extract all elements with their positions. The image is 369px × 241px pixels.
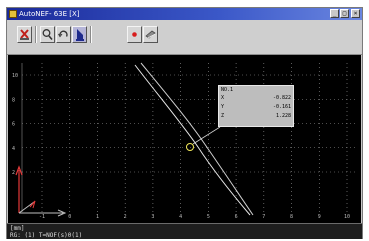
plot-area[interactable]: 10 8 6 4 2 -1 0 1 2 3 4 5 6 7 8 9 10 NO.1 X (8, 55, 361, 223)
close-button[interactable]: × (351, 9, 360, 18)
print-button[interactable] (143, 26, 158, 43)
record-button[interactable] (127, 26, 142, 43)
info-key: Y (221, 104, 225, 110)
app-icon (9, 10, 17, 18)
info-value: 1.228 (275, 113, 291, 119)
info-key: X (221, 95, 225, 101)
x-tick-label: 2 (124, 214, 127, 220)
clear-button[interactable] (17, 26, 32, 43)
status-info: RG: (1) T=NOF(s)0(1) (10, 232, 83, 239)
x-tick-label: 10 (344, 214, 350, 220)
info-value: -0.161 (272, 104, 291, 110)
pointer-icon (76, 29, 84, 41)
y-tick-label: 8 (12, 97, 15, 103)
x-tick-label: 9 (318, 214, 321, 220)
zoom-button[interactable] (40, 26, 55, 43)
cross-icon (20, 29, 29, 40)
y-tick-label: 10 (12, 73, 18, 79)
app-window: AutoNEF- 63E [X] _ □ × 10 8 6 4 2 -1 0 1… (6, 7, 363, 239)
y-tick-label: 2 (12, 170, 15, 176)
rotate-icon (58, 30, 68, 38)
x-tick-label: 3 (151, 214, 154, 220)
y-tick-label: 4 (12, 146, 15, 152)
toolbar (7, 20, 362, 55)
x-tick-label: 7 (262, 214, 265, 220)
toolbar-separator (35, 26, 37, 43)
window-title: AutoNEF- 63E [X] (19, 10, 80, 18)
title-bar[interactable]: AutoNEF- 63E [X] _ □ × (7, 8, 362, 20)
info-key: Z (221, 113, 225, 119)
x-tick-label: 5 (207, 214, 210, 220)
status-units: [mm] (10, 225, 25, 232)
y-tick-label: 6 (12, 122, 15, 128)
rotate-button[interactable] (56, 26, 71, 43)
grid (21, 63, 357, 212)
point-info-box: NO.1 X -0.822 Y -0.161 Z 1.228 (218, 85, 294, 127)
x-tick-label: 8 (290, 214, 293, 220)
x-tick-label: 4 (179, 214, 182, 220)
plot-canvas[interactable]: 10 8 6 4 2 -1 0 1 2 3 4 5 6 7 8 9 10 (8, 55, 361, 223)
x-tick-label: 0 (68, 214, 71, 220)
coordinate-axes-icon (15, 165, 67, 217)
status-bar: [mm] RG: (1) T=NOF(s)0(1) (7, 223, 362, 239)
pointer-button[interactable] (72, 26, 87, 43)
info-box-heading: NO.1 (221, 87, 234, 93)
info-value: -0.822 (272, 95, 291, 101)
record-dot-icon (132, 32, 137, 37)
toolbar-separator (90, 26, 92, 43)
maximize-button[interactable]: □ (340, 9, 349, 18)
magnifier-icon (42, 29, 53, 41)
y-ticks: 10 8 6 4 2 (12, 73, 18, 176)
printer-icon (145, 30, 156, 39)
x-tick-label: 1 (96, 214, 99, 220)
x-tick-label: 6 (235, 214, 238, 220)
minimize-button[interactable]: _ (330, 9, 339, 18)
x-ticks: -1 0 1 2 3 4 5 6 7 8 9 10 (39, 214, 350, 220)
x-tick-label: -1 (39, 214, 45, 220)
